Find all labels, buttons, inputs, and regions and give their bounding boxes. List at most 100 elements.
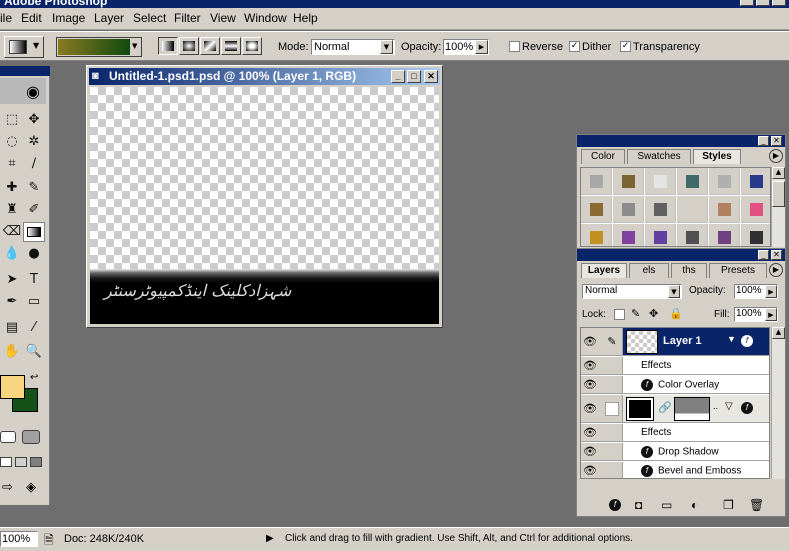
style-swatch[interactable] <box>645 224 676 246</box>
eye-icon[interactable]: 👁 <box>583 335 597 349</box>
style-swatch[interactable] <box>709 196 740 223</box>
jump-to-imageready-icon[interactable]: ⇨ <box>2 480 22 496</box>
mode-select[interactable]: Normal ▼ <box>311 39 395 55</box>
scroll-up-icon[interactable]: ▲ <box>772 327 785 339</box>
maximize-icon[interactable] <box>756 0 770 6</box>
eye-icon[interactable]: 👁 <box>583 426 597 440</box>
tab-swatches[interactable]: Swatches <box>627 149 691 164</box>
tab-paths[interactable]: ths <box>671 263 707 278</box>
chevron-right-icon[interactable]: ▶ <box>765 285 777 298</box>
menu-window[interactable]: Window <box>244 11 287 25</box>
scroll-up-icon[interactable]: ▲ <box>772 167 785 179</box>
gradient-tool-button[interactable] <box>23 222 45 242</box>
new-layer-icon[interactable]: ❐ <box>723 498 734 512</box>
lock-transparency-checkbox[interactable] <box>614 309 625 320</box>
tab-color[interactable]: Color <box>581 149 625 164</box>
style-swatch[interactable] <box>709 224 740 246</box>
reflected-gradient-button[interactable] <box>221 37 241 55</box>
scroll-thumb[interactable] <box>772 181 785 207</box>
style-swatch[interactable] <box>645 196 676 223</box>
style-swatch[interactable] <box>613 168 644 195</box>
style-swatch[interactable] <box>677 196 708 223</box>
effect-row-bevel-emboss[interactable]: 👁 f Bevel and Emboss <box>581 462 769 478</box>
close-icon[interactable]: ✕ <box>771 250 782 260</box>
menu-edit[interactable]: Edit <box>21 11 42 25</box>
fill-field[interactable]: 100% ▶ <box>734 307 778 322</box>
radial-gradient-button[interactable] <box>179 37 199 55</box>
menu-select[interactable]: Select <box>133 11 166 25</box>
lasso-tool-icon[interactable]: ◌ <box>1 132 23 152</box>
tool-preset-picker[interactable]: ▼ <box>4 36 44 58</box>
layer-opacity-field[interactable]: 100% ▶ <box>734 284 778 299</box>
palette-menu-icon[interactable]: ▶ <box>769 263 783 277</box>
close-icon[interactable] <box>772 0 786 6</box>
maximize-icon[interactable]: □ <box>407 70 421 83</box>
shape-tool-icon[interactable]: ▭ <box>23 292 45 312</box>
dither-checkbox[interactable]: ✓ <box>569 41 580 52</box>
palette-title-bar[interactable]: _ ✕ <box>577 135 785 147</box>
linear-gradient-button[interactable] <box>158 37 178 55</box>
magic-wand-tool-icon[interactable]: ✲ <box>23 132 45 152</box>
tab-presets[interactable]: Presets <box>709 263 767 278</box>
zoom-field[interactable]: 100% <box>0 531 38 547</box>
minimize-icon[interactable]: _ <box>758 136 769 146</box>
move-tool-icon[interactable]: ✥ <box>23 110 45 130</box>
reverse-checkbox[interactable] <box>509 41 520 52</box>
document-title-bar[interactable]: ◙ Untitled-1.psd1.psd @ 100% (Layer 1, R… <box>89 68 440 85</box>
new-adjustment-layer-icon[interactable]: ◐ <box>691 498 698 512</box>
clone-stamp-tool-icon[interactable]: ♜ <box>1 200 23 220</box>
style-swatch[interactable] <box>741 224 770 246</box>
chevron-down-icon[interactable]: ▼ <box>727 334 736 344</box>
style-swatch[interactable] <box>677 168 708 195</box>
style-swatch[interactable] <box>645 168 676 195</box>
imageready-icon[interactable]: ◈ <box>26 480 42 496</box>
eye-icon[interactable]: 👁 <box>583 359 597 373</box>
blend-mode-select[interactable]: Normal ▼ <box>582 284 682 299</box>
effect-row-drop-shadow[interactable]: 👁 f Drop Shadow <box>581 443 769 461</box>
status-menu-icon[interactable]: ▶ <box>266 533 274 544</box>
layer-row-text[interactable]: 👁 🔗 .. ▽ f <box>581 395 769 423</box>
eye-icon[interactable]: 👁 <box>583 378 597 392</box>
gradient-picker[interactable]: ▼ <box>56 37 142 57</box>
menu-image[interactable]: Image <box>52 11 85 25</box>
opacity-field[interactable]: 100% ▶ <box>443 39 489 55</box>
style-swatch[interactable] <box>581 196 612 223</box>
screen-mode-icon[interactable] <box>0 457 12 467</box>
chevron-right-icon[interactable]: ▶ <box>475 40 488 54</box>
lock-image-icon[interactable]: ✎ <box>631 307 640 320</box>
add-mask-icon[interactable]: ◘ <box>635 498 642 512</box>
layers-scrollbar[interactable]: ▲ <box>771 327 785 479</box>
style-swatch[interactable] <box>581 168 612 195</box>
minimize-icon[interactable]: _ <box>391 70 405 83</box>
style-swatch[interactable] <box>709 168 740 195</box>
style-swatch[interactable] <box>581 224 612 246</box>
eye-icon[interactable]: 👁 <box>583 464 597 478</box>
eraser-tool-icon[interactable]: ⌫ <box>1 222 23 242</box>
transparency-checkbox[interactable]: ✓ <box>620 41 631 52</box>
layer-effects-icon[interactable]: f <box>741 402 758 415</box>
brush-link-icon[interactable]: ✎ <box>605 335 619 349</box>
new-set-icon[interactable]: ▭ <box>661 498 672 512</box>
swap-colors-icon[interactable]: ↩ <box>30 372 38 383</box>
pen-tool-icon[interactable]: ✒ <box>1 292 23 312</box>
crop-tool-icon[interactable]: ⌗ <box>1 154 23 174</box>
lock-all-icon[interactable]: 🔒 <box>669 307 683 320</box>
marquee-tool-icon[interactable]: ⬚ <box>1 110 23 130</box>
blur-tool-icon[interactable]: 💧 <box>1 244 23 264</box>
diamond-gradient-button[interactable] <box>242 37 262 55</box>
palette-title-bar[interactable]: _ ✕ <box>577 249 785 261</box>
layer-row-layer-1[interactable]: 👁 ✎ Layer 1 ▼ f <box>581 328 769 356</box>
chevron-down-icon[interactable]: ▽ <box>725 401 733 412</box>
screen-mode-menu-icon[interactable] <box>15 457 27 467</box>
close-icon[interactable]: ✕ <box>771 136 782 146</box>
quick-mask-mode-icon[interactable] <box>22 430 40 444</box>
type-tool-icon[interactable]: T <box>23 270 45 290</box>
style-swatch[interactable] <box>613 196 644 223</box>
lock-position-icon[interactable]: ✥ <box>649 307 658 320</box>
tab-styles[interactable]: Styles <box>693 149 741 164</box>
palette-menu-icon[interactable]: ▶ <box>769 149 783 163</box>
style-swatch[interactable] <box>741 196 770 223</box>
style-swatch[interactable] <box>741 168 770 195</box>
menu-help[interactable]: Help <box>293 11 318 25</box>
style-swatch[interactable] <box>613 224 644 246</box>
